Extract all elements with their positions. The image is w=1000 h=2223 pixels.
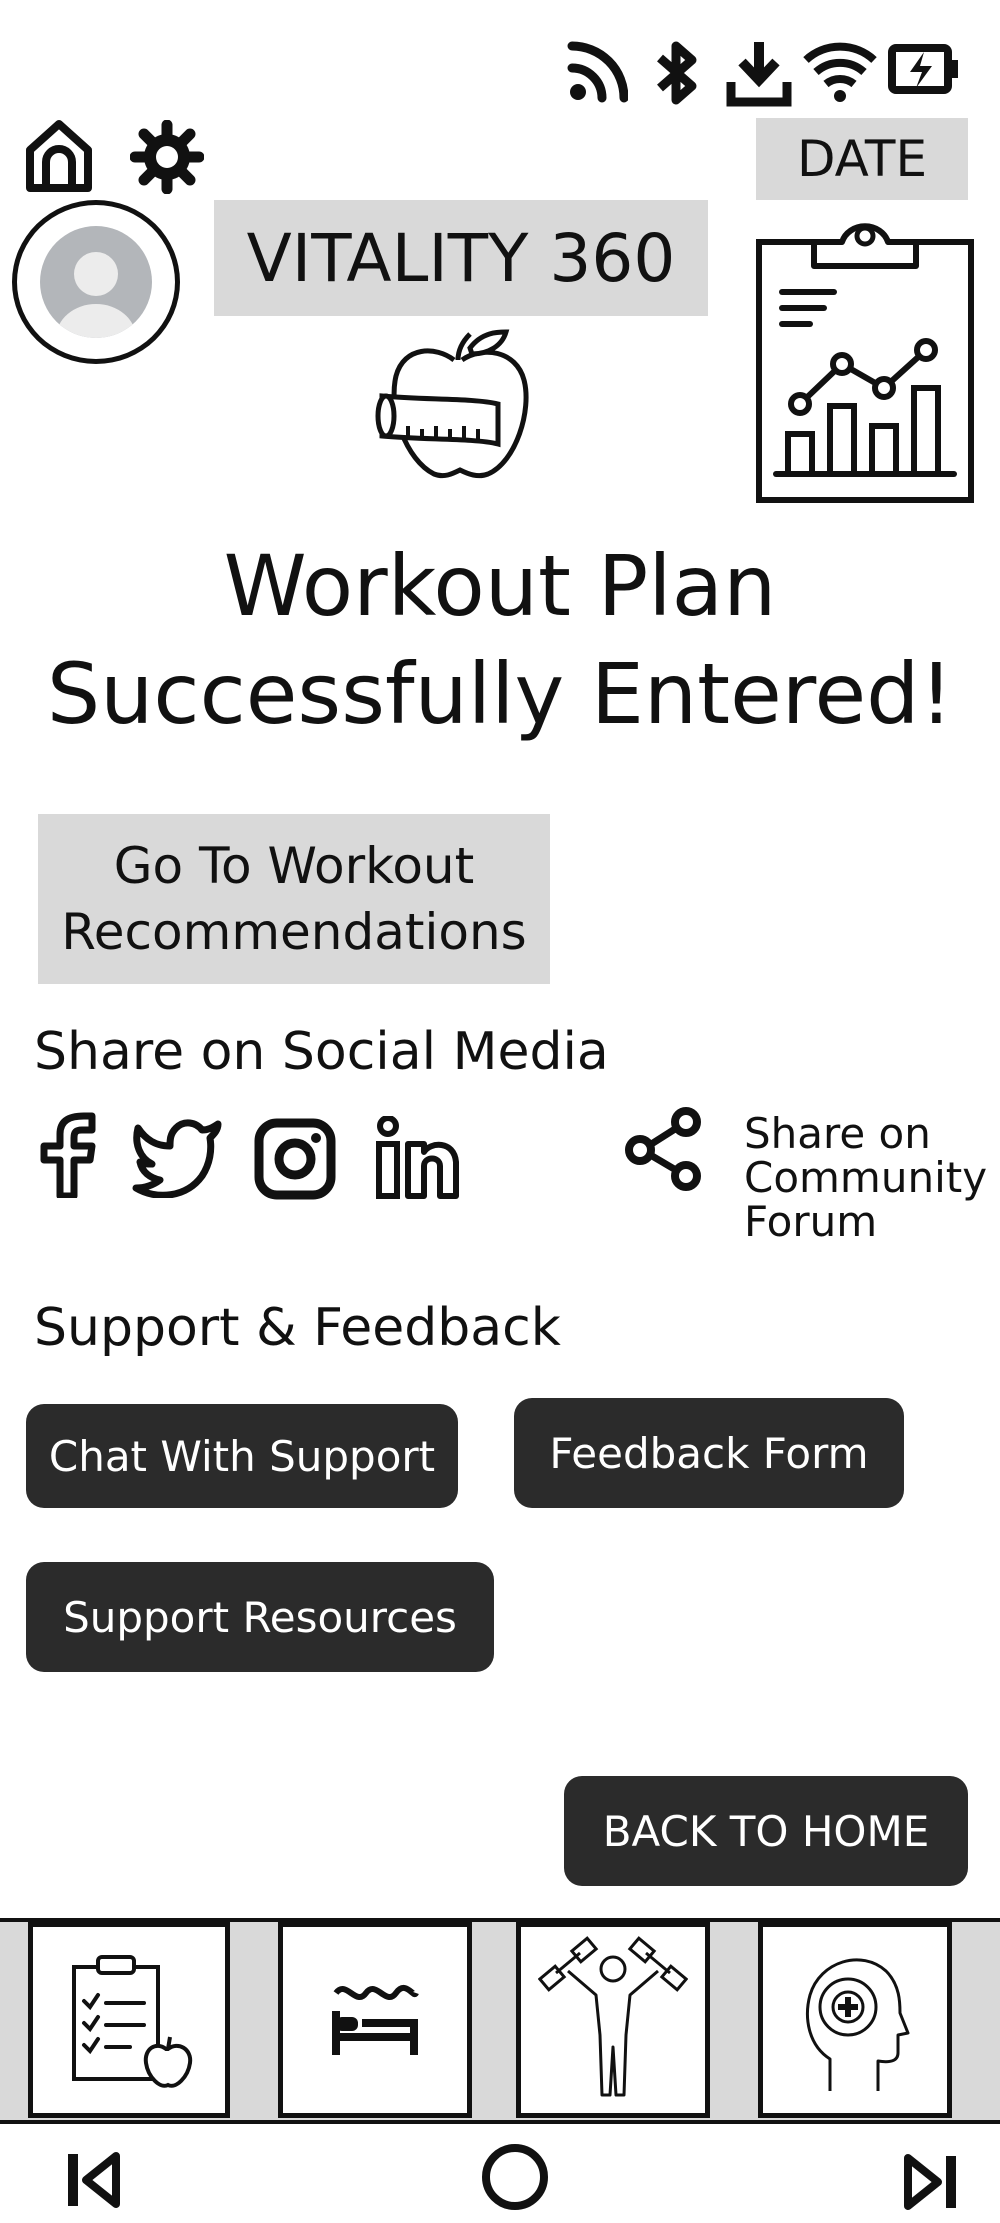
meal-checklist-icon: [72, 1955, 193, 2088]
heading-line-2: Successfully Entered!: [46, 645, 954, 743]
facebook-icon: [40, 1112, 96, 1198]
chat-with-support-label: Chat With Support: [48, 1431, 436, 1481]
twitter-icon: [132, 1119, 222, 1198]
home-icon: [26, 120, 92, 192]
date-label: DATE: [796, 130, 928, 188]
share-community-button[interactable]: [624, 1106, 704, 1192]
confirmation-heading: Workout Plan Successfully Entered!: [0, 532, 1000, 748]
heading-line-1: Workout Plan: [223, 537, 777, 635]
sleep-bed-icon: [332, 1984, 419, 2055]
instagram-icon: [254, 1118, 336, 1200]
community-line-2: Community: [744, 1153, 988, 1202]
back-to-home-label: BACK TO HOME: [602, 1806, 930, 1856]
battery-charging-icon: [888, 38, 960, 100]
app-title: VITALITY 360: [246, 219, 676, 297]
gear-icon: [130, 120, 204, 194]
instagram-button[interactable]: [254, 1118, 336, 1200]
apple-measuring-tape-icon: [375, 329, 529, 479]
report-button[interactable]: [754, 206, 976, 506]
social-title: Share on Social Media: [34, 1022, 609, 1082]
bluetooth-icon: [652, 38, 702, 108]
linkedin-icon: [376, 1116, 459, 1199]
skip-next-icon: [904, 2154, 956, 2210]
tab-mental-health[interactable]: [758, 1922, 952, 2118]
nav-next-button[interactable]: [902, 2152, 960, 2212]
home-circle-icon: [482, 2144, 548, 2210]
app-title-box: VITALITY 360: [214, 200, 708, 316]
tab-sleep[interactable]: [278, 1922, 472, 2118]
date-box[interactable]: DATE: [756, 118, 968, 200]
community-line-3: Forum: [744, 1197, 878, 1246]
tab-fitness[interactable]: [516, 1922, 710, 2118]
go-to-recommendations-button[interactable]: Go To Workout Recommendations: [38, 814, 550, 984]
user-avatar-icon: [40, 226, 152, 338]
twitter-button[interactable]: [132, 1116, 222, 1198]
share-icon: [625, 1107, 701, 1191]
wifi-icon: [802, 38, 878, 104]
app-logo: [374, 328, 540, 488]
community-forum-label[interactable]: Share on Community Forum: [744, 1112, 987, 1244]
fitness-dumbbell-icon: [538, 1936, 688, 2097]
rss-feed-icon: [566, 38, 628, 104]
avatar[interactable]: [12, 200, 180, 364]
nav-previous-button[interactable]: [64, 2150, 122, 2210]
mental-health-icon: [806, 1958, 910, 2091]
settings-button[interactable]: [130, 120, 204, 194]
clipboard-chart-icon: [756, 223, 974, 503]
linkedin-button[interactable]: [374, 1116, 460, 1200]
nav-home-button[interactable]: [480, 2142, 550, 2212]
home-button[interactable]: [24, 118, 94, 194]
back-to-home-button[interactable]: BACK TO HOME: [564, 1776, 968, 1886]
chat-with-support-button[interactable]: Chat With Support: [26, 1404, 458, 1508]
support-resources-label: Support Resources: [63, 1592, 457, 1642]
support-resources-button[interactable]: Support Resources: [26, 1562, 494, 1672]
tab-meal-plan[interactable]: [28, 1922, 230, 2118]
recommendations-line-1: Go To Workout: [113, 837, 475, 895]
community-line-1: Share on: [744, 1109, 931, 1158]
feedback-form-label: Feedback Form: [549, 1428, 869, 1478]
skip-previous-icon: [68, 2152, 120, 2208]
facebook-button[interactable]: [38, 1112, 98, 1198]
download-icon: [726, 38, 792, 108]
support-title: Support & Feedback: [34, 1298, 561, 1358]
feedback-form-button[interactable]: Feedback Form: [514, 1398, 904, 1508]
recommendations-line-2: Recommendations: [61, 903, 527, 961]
